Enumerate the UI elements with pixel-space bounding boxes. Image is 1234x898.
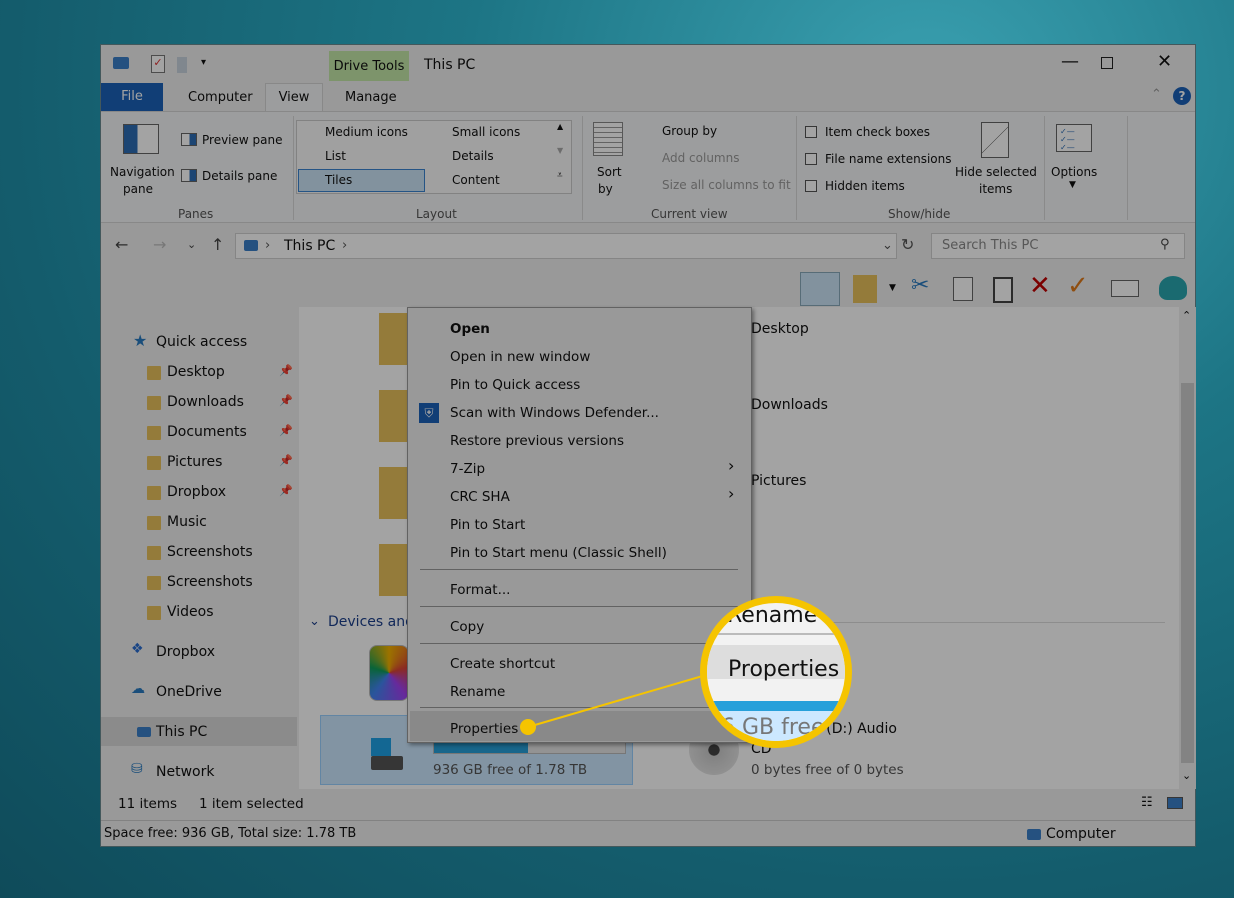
magnified-properties: Properties <box>728 657 840 682</box>
callout-line <box>520 674 707 735</box>
magnified-rename: Rename <box>727 603 818 628</box>
magnified-free-space: 6 GB free <box>721 715 825 740</box>
callout-dot <box>520 719 536 735</box>
magnifier-callout: Rename Properties 6 GB free <box>700 596 852 748</box>
